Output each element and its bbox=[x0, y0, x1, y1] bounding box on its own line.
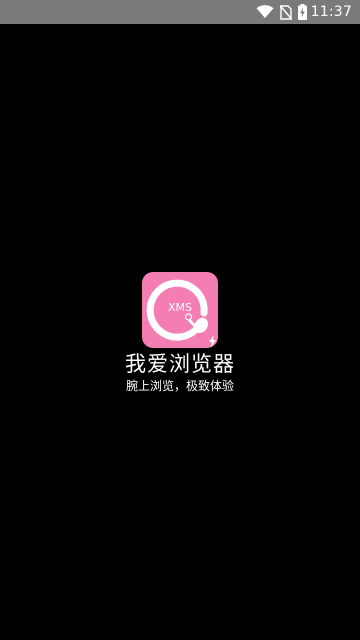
splash-content: XMS 我爱浏览器 腕上浏览，极致体验 bbox=[0, 272, 360, 394]
app-slogan: 腕上浏览，极致体验 bbox=[125, 379, 234, 393]
app-logo: XMS bbox=[142, 272, 218, 348]
splash-screen: 11:37 XMS 我爱浏览器 腕上浏览，极致体验 bbox=[0, 0, 360, 640]
app-name: 我爱浏览器 bbox=[125, 352, 235, 376]
battery-charging-icon bbox=[297, 4, 307, 20]
svg-text:XMS: XMS bbox=[168, 301, 192, 314]
status-bar: 11:37 bbox=[0, 0, 360, 24]
status-time: 11:37 bbox=[310, 4, 352, 20]
no-sim-icon bbox=[279, 4, 292, 20]
status-icons bbox=[256, 4, 307, 20]
wifi-icon bbox=[256, 5, 274, 19]
